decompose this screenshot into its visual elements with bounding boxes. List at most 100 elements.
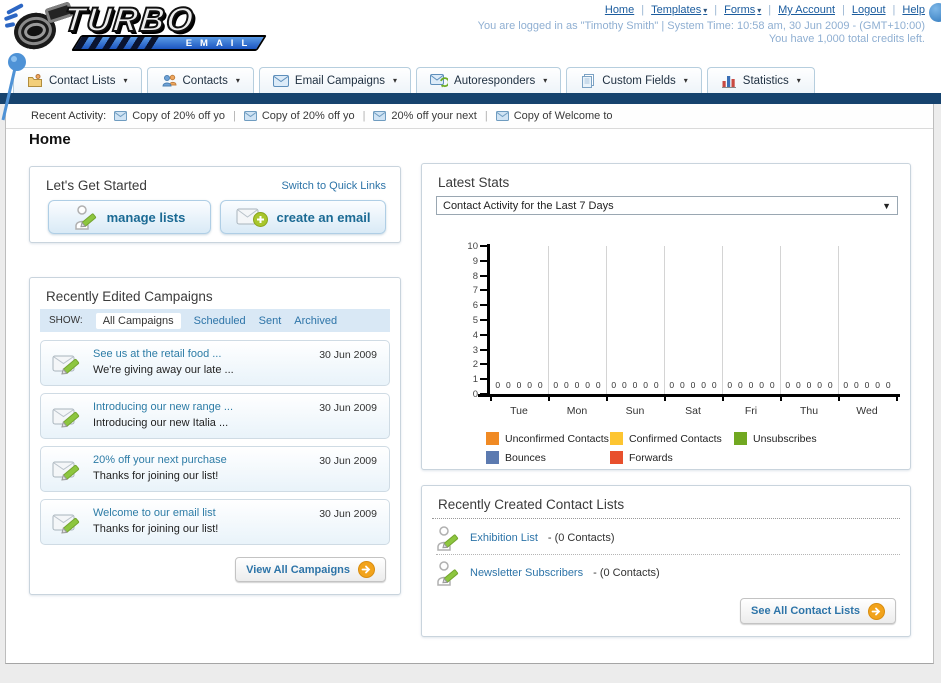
chart-x-tick: [664, 397, 666, 401]
turbo-icon: [3, 1, 74, 53]
recent-activity-item[interactable]: Copy of 20% off yo: [114, 110, 225, 122]
mail-small-icon: [114, 111, 128, 121]
mail-small-icon: [495, 111, 509, 121]
see-all-contact-lists-button[interactable]: See All Contact Lists: [739, 598, 896, 624]
filter-archived[interactable]: Archived: [294, 315, 337, 327]
chart-value-label: 0: [527, 380, 532, 390]
nav-link-help[interactable]: Help: [902, 4, 925, 16]
campaign-row[interactable]: See us at the retail food ... We're givin…: [40, 340, 390, 386]
latest-stats-title: Latest Stats: [438, 175, 510, 190]
chart-value-label: 0: [680, 380, 685, 390]
campaigns-filter-bar: SHOW: All Campaigns Scheduled Sent Archived: [40, 309, 390, 332]
tab-label: Statistics: [742, 74, 789, 87]
chart-day-label: Fri: [744, 405, 758, 417]
nav-link-templates[interactable]: Templates ▾: [651, 4, 707, 16]
legend-entry-bounces: Bounces: [486, 448, 610, 467]
chart-value-label: 0: [495, 380, 501, 390]
chart-y-tick-label: 7: [472, 285, 478, 297]
chart-x-tick: [896, 397, 898, 401]
chart-value-label: 0: [690, 380, 696, 390]
chart-value-label: 0: [854, 380, 859, 390]
person-pencil-icon: [436, 525, 460, 551]
campaign-row[interactable]: 20% off your next purchase Thanks for joi…: [40, 446, 390, 492]
chart-value-label: 0: [785, 380, 791, 390]
logo[interactable]: TURBO EMAIL: [3, 0, 267, 53]
legend-entry-confirmed-contacts: Confirmed Contacts: [610, 429, 734, 448]
contact-list-link[interactable]: Exhibition List: [470, 532, 538, 544]
chart-y-tick: [480, 274, 488, 277]
campaign-title-link[interactable]: See us at the retail food ...: [93, 348, 221, 360]
recent-activity-link[interactable]: Copy of 20% off yo: [262, 110, 355, 122]
recent-activity-link[interactable]: Copy of 20% off yo: [132, 110, 225, 122]
switch-to-quick-links-link[interactable]: Switch to Quick Links: [281, 180, 386, 192]
nav-link-forms[interactable]: Forms ▾: [724, 4, 761, 16]
login-line1: You are logged in as "Timothy Smith" | S…: [477, 20, 925, 32]
filter-sent[interactable]: Sent: [259, 315, 282, 327]
campaign-title-link[interactable]: Welcome to our email list: [93, 507, 216, 519]
custom-fields-icon: [580, 73, 596, 89]
tab-contacts[interactable]: Contacts ▾: [146, 67, 254, 93]
tab-custom-fields[interactable]: Custom Fields ▾: [566, 67, 702, 93]
tab-contact-lists[interactable]: Contact Lists ▾: [13, 67, 142, 93]
nav-link-my-account[interactable]: My Account: [778, 4, 835, 16]
dropdown-arrow-icon: ▾: [703, 6, 708, 15]
chart-value-label: 0: [885, 380, 891, 390]
legend-label: Unsubscribes: [753, 432, 817, 445]
chart-x-axis: [478, 394, 900, 397]
campaign-date: 30 Jun 2009: [319, 455, 377, 467]
campaign-row[interactable]: Introducing our new range ... Introducing…: [40, 393, 390, 439]
legend-entry-forwards: Forwards: [610, 448, 734, 467]
nav-link-logout[interactable]: Logout: [852, 4, 886, 16]
filter-scheduled[interactable]: Scheduled: [194, 315, 246, 327]
chart-value-label: 0: [806, 380, 812, 390]
dropdown-arrow-icon: ▾: [757, 6, 762, 15]
legend-swatch: [486, 432, 499, 445]
campaign-title-link[interactable]: 20% off your next purchase: [93, 454, 227, 466]
legend-label: Unconfirmed Contacts: [505, 432, 609, 445]
campaign-date: 30 Jun 2009: [319, 402, 377, 414]
contact-list-item[interactable]: Newsletter Subscribers - (0 Contacts): [436, 556, 900, 589]
campaign-row[interactable]: Welcome to our email list Thanks for join…: [40, 499, 390, 545]
mail-small-icon: [373, 111, 387, 121]
chart-y-tick-label: 10: [467, 241, 478, 252]
chart-value-label: 0: [748, 380, 754, 390]
legend-label: Confirmed Contacts: [629, 432, 722, 445]
tab-label: Custom Fields: [602, 74, 676, 87]
campaign-date: 30 Jun 2009: [319, 349, 377, 361]
tab-autoresponders[interactable]: Autoresponders ▾: [416, 67, 562, 93]
nav-separator: |: [892, 4, 896, 16]
recent-activity-link[interactable]: 20% off your next: [391, 110, 476, 122]
tab-label: Email Campaigns: [294, 74, 386, 87]
contact-list-link[interactable]: Newsletter Subscribers: [470, 567, 583, 579]
stats-period-select[interactable]: Contact Activity for the Last 7 Days ▼: [436, 196, 898, 215]
show-label: SHOW:: [49, 315, 83, 326]
chart-y-tick-label: 8: [472, 270, 478, 282]
chart-x-tick: [838, 397, 840, 401]
chart-y-tick-label: 4: [472, 329, 478, 341]
chart-value-label: 0: [759, 380, 764, 390]
get-started-title: Let's Get Started: [46, 178, 147, 193]
chart-value-label: 0: [553, 380, 559, 390]
manage-lists-button[interactable]: manage lists: [48, 200, 211, 234]
chart-value-label: 0: [738, 380, 743, 390]
view-all-campaigns-button[interactable]: View All Campaigns: [235, 557, 386, 582]
nav-link-home[interactable]: Home: [605, 4, 634, 16]
recent-activity-item[interactable]: Copy of Welcome to: [495, 110, 613, 122]
recent-activity-item[interactable]: 20% off your next: [373, 110, 477, 122]
chart-value-label: 0: [864, 380, 870, 390]
filter-all-campaigns[interactable]: All Campaigns: [95, 312, 181, 329]
create-an-email-button[interactable]: create an email: [220, 200, 386, 234]
recent-activity-link[interactable]: Copy of Welcome to: [514, 110, 613, 122]
recent-activity-item[interactable]: Copy of 20% off yo: [243, 110, 355, 122]
tab-statistics[interactable]: Statistics ▾: [706, 67, 815, 93]
campaigns-panel: Recently Edited Campaigns SHOW: All Camp…: [29, 277, 401, 595]
chart-y-tick-label: 1: [472, 374, 478, 386]
activity-separator: |: [232, 110, 236, 122]
help-bubble-icon[interactable]: [929, 3, 941, 22]
contact-list-item[interactable]: Exhibition List - (0 Contacts): [436, 522, 900, 555]
chart-value-label: 0: [653, 380, 659, 390]
chart-y-tick: [480, 304, 488, 307]
campaign-title-link[interactable]: Introducing our new range ...: [93, 401, 233, 413]
tab-label: Autoresponders: [454, 74, 536, 87]
tab-email-campaigns[interactable]: Email Campaigns ▾: [258, 67, 412, 93]
